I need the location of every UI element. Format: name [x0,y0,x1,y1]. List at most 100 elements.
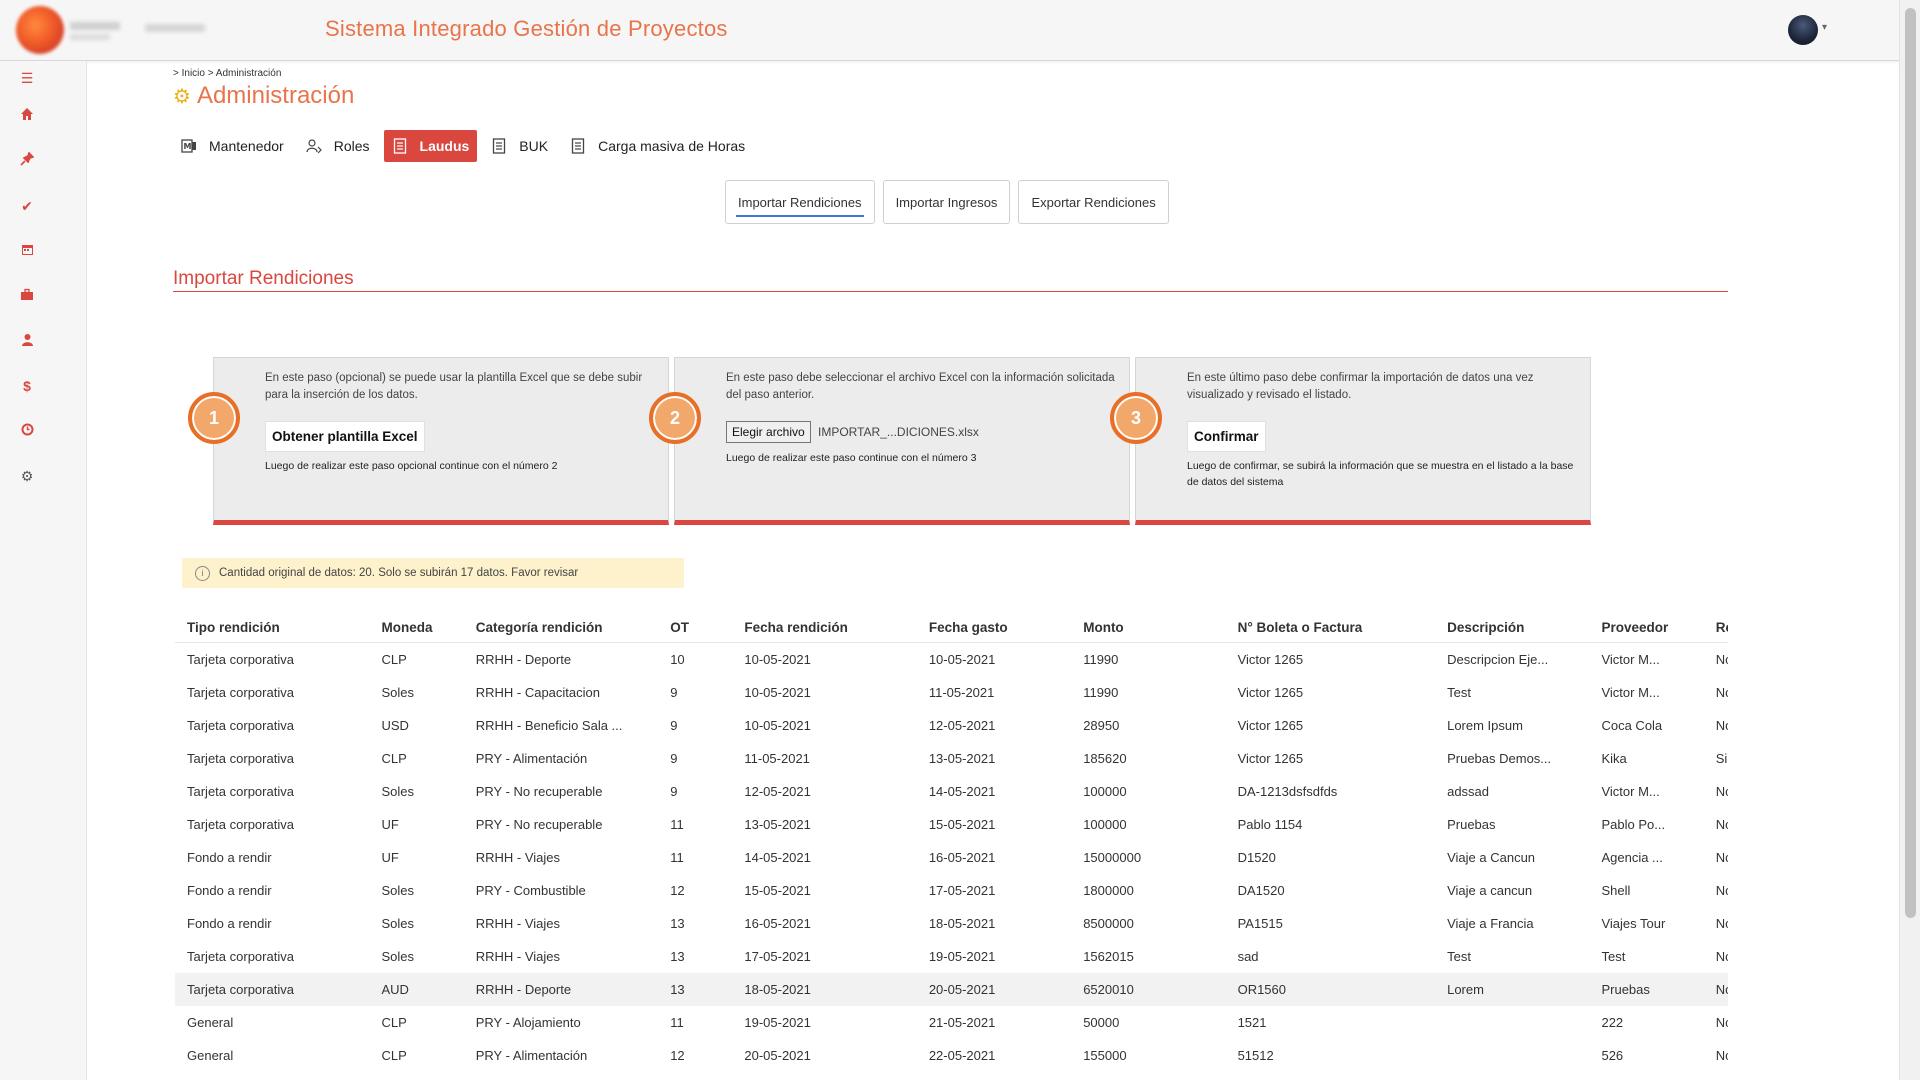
table-row[interactable]: General CLP PRY - Alojamiento 11 19-05-2021 2… [175,1006,1728,1039]
table-cell: RRHH - Beneficio Sala ... [475,718,623,733]
company-logo[interactable] [16,6,64,54]
check-icon[interactable]: ✔ [18,197,36,215]
table-cell: Soles [381,685,415,700]
table-cell: 15-05-2021 [928,817,996,832]
table-cell: Nc [1715,1048,1728,1063]
nav-item-mantenedor[interactable]: M Mantenedor [173,130,292,162]
table-cell: Tarjeta corporativa [187,685,294,700]
download-template-button[interactable]: Obtener plantilla Excel [265,421,425,452]
table-cell: Pruebas [1447,817,1496,832]
step-card-2: 2 En este paso debe seleccionar el archi… [649,357,1130,525]
section-title: Importar Rendiciones [173,268,354,289]
table-cell: Victor M... [1601,685,1660,700]
sidebar: ☰ ✔ $ ⚙ [0,61,87,1080]
table-cell: RRHH - Viajes [475,850,560,865]
calendar-icon[interactable] [18,242,36,260]
table-cell: Nc [1715,850,1728,865]
scrollbar-thumb[interactable] [1905,8,1916,918]
nav-item-laudus[interactable]: Laudus [383,130,478,162]
table-cell: Fondo a rendir [187,916,272,931]
table-cell: CLP [381,652,407,667]
briefcase-icon[interactable] [18,287,36,305]
clock-icon[interactable] [18,422,36,440]
table-cell: Nc [1715,817,1728,832]
column-header[interactable]: Fecha gasto [916,612,1072,643]
table-row[interactable]: Tarjeta corporativa AUD RRHH - Deporte 13 18… [175,973,1728,1006]
admin-nav: M Mantenedor Roles Laudus BUK Carga masi… [173,130,759,162]
column-header[interactable]: OT [658,612,733,643]
gear-icon: ⚙ [173,85,191,108]
table-cell: Viaje a cancun [1447,883,1533,898]
user-avatar[interactable] [1788,15,1818,45]
logo-subtext [70,34,110,40]
nav-item-buk[interactable]: BUK [483,130,556,162]
table-row[interactable]: Tarjeta corporativa Soles RRHH - Capacitac… [175,676,1728,709]
table-row[interactable]: Fondo a rendir Soles PRY - Combustible 12 15… [175,874,1728,907]
table-row[interactable]: Tarjeta corporativa USD RRHH - Beneficio S… [175,709,1728,742]
nav-item-roles[interactable]: Roles [298,130,378,162]
home-icon[interactable] [18,107,36,125]
table-cell: Shell [1601,883,1631,898]
table-cell: 10-05-2021 [744,685,811,700]
dollar-icon[interactable]: $ [18,377,36,395]
user-icon[interactable] [18,332,36,350]
nav-item-carga-masiva-horas[interactable]: Carga masiva de Horas [562,130,753,162]
choose-file-button[interactable]: Elegir archivo [726,421,811,443]
table-cell: 13 [670,949,685,964]
table-row[interactable]: Tarjeta corporativa UF PRY - No recuperabl… [175,808,1728,841]
table-cell: Lorem Ipsum [1447,718,1523,733]
tab-importar-ingresos[interactable]: Importar Ingresos [882,180,1011,224]
table-cell: 13 [658,973,733,1006]
table-cell: sad [1237,949,1259,964]
table-cell: 185620 [1083,751,1127,766]
document-icon [570,138,586,154]
column-header[interactable]: N° Boleta o Factura [1225,612,1436,643]
table-row[interactable]: General CLP PRY - Alimentación 12 20-05-2021… [175,1039,1728,1072]
table-header-row: Tipo rendición Moneda Categoría rendición O… [175,612,1728,643]
table-row[interactable]: Tarjeta corporativa Soles RRHH - Viajes 13 1… [175,940,1728,973]
menu-icon[interactable]: ☰ [18,69,36,87]
nav-item-label: Mantenedor [209,138,284,154]
table-cell: 12 [670,883,685,898]
column-header[interactable]: Moneda [369,612,464,643]
top-bar: Sistema Integrado Gestión de Proyectos ▾ [0,0,1900,61]
breadcrumb[interactable]: > Inicio > Administración [173,68,281,79]
confirm-button[interactable]: Confirmar [1187,421,1266,452]
chevron-down-icon[interactable]: ▾ [1822,22,1827,33]
column-header[interactable]: Descripción [1435,612,1590,643]
alert-text: Cantidad original de datos: 20. Solo se … [219,567,579,579]
table-cell: Victor 1265 [1237,751,1304,766]
table-cell: 10-05-2021 [744,652,811,667]
step-description: En este paso (opcional) se puede usar la… [265,372,643,401]
table-cell: RRHH - Deporte [463,973,659,1006]
pin-icon[interactable] [18,151,36,170]
nav-item-label: Carga masiva de Horas [598,138,746,154]
table-cell: PRY - Alojamiento [475,1015,581,1030]
table-cell: 15000000 [1083,850,1142,865]
column-header[interactable]: Monto [1071,612,1226,643]
table-cell: PA1515 [1237,916,1283,931]
table-cell: 11 [670,817,684,832]
tab-exportar-rendiciones[interactable]: Exportar Rendiciones [1018,180,1169,224]
gear-icon[interactable]: ⚙ [18,467,36,485]
table-cell: PRY - Alimentación [475,1048,588,1063]
vertical-scrollbar[interactable] [1899,0,1920,1080]
nav-item-label: Laudus [419,138,470,154]
table-row[interactable]: Tarjeta corporativa Soles PRY - No recuper… [175,775,1728,808]
table-row[interactable]: Fondo a rendir UF RRHH - Viajes 11 14-05-202… [175,841,1728,874]
table-row[interactable]: Tarjeta corporativa CLP PRY - Alimentación… [175,742,1728,775]
rendiciones-table: Tipo rendición Moneda Categoría rendición O… [175,612,1728,1080]
table-cell: 19-05-2021 [744,1015,811,1030]
column-header[interactable]: Re [1703,612,1728,643]
column-header[interactable]: Fecha rendición [732,612,917,643]
table-cell: Tarjeta corporativa [187,718,294,733]
step-card-3: 3 En este último paso debe confirmar la … [1110,357,1591,525]
table-cell: CLP [381,751,407,766]
column-header[interactable]: Categoría rendición [463,612,659,643]
table-row[interactable]: Tarjeta corporativa CLP RRHH - Deporte 10 10… [175,643,1728,677]
column-header[interactable]: Tipo rendición [175,612,370,643]
table-row[interactable]: Fondo a rendir Soles RRHH - Viajes 13 16-05-… [175,907,1728,940]
nav-item-label: Roles [333,138,370,154]
tab-importar-rendiciones[interactable]: Importar Rendiciones [725,180,875,224]
column-header[interactable]: Proveedor [1589,612,1704,643]
